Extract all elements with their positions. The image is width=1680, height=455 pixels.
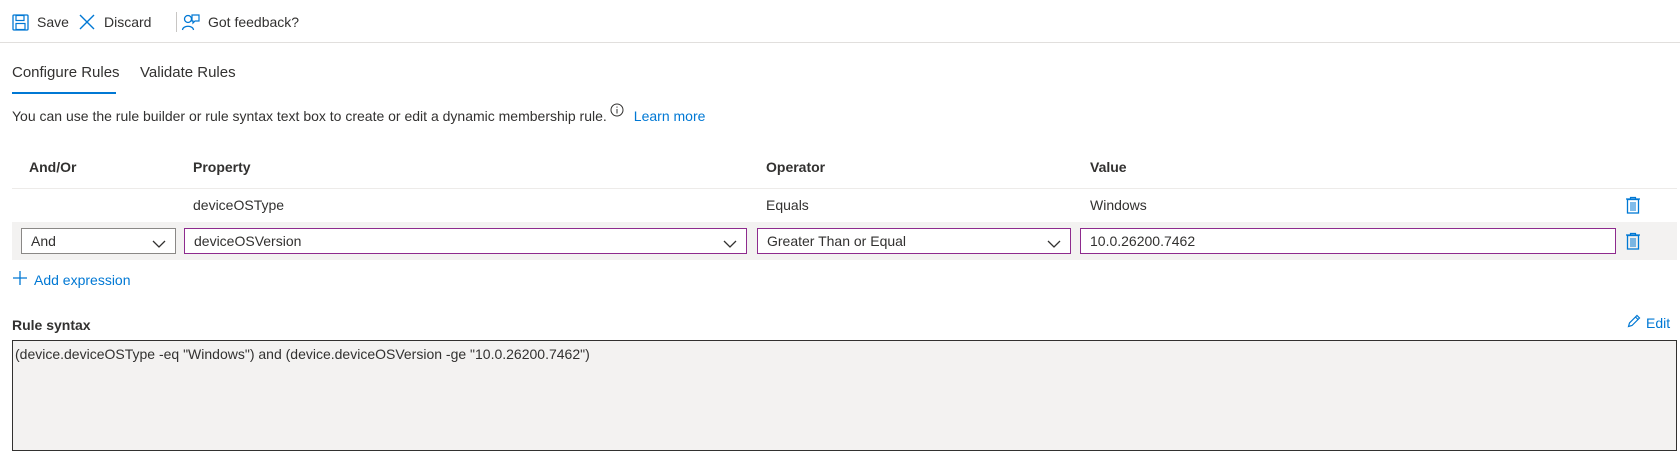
feedback-button[interactable]: Got feedback? [181,10,299,34]
row1-value: Windows [1090,197,1147,213]
delete-row-2-button[interactable] [1625,232,1641,253]
header-property: Property [193,159,251,175]
toolbar-divider [176,12,177,32]
close-icon [78,13,96,31]
save-button[interactable]: Save [12,10,69,34]
add-expression-button[interactable]: Add expression [12,270,131,289]
chevron-down-icon [1047,236,1061,252]
header-operator: Operator [766,159,826,175]
header-divider [12,188,1677,189]
feedback-label: Got feedback? [208,14,300,30]
plus-icon [12,270,28,289]
value-input[interactable]: 10.0.26200.7462 [1080,228,1616,254]
header-value: Value [1090,159,1127,175]
command-bar: Save Discard Got feedback? [0,0,1680,43]
pencil-icon [1627,314,1641,331]
and-or-dropdown[interactable]: And [21,228,176,254]
property-dropdown[interactable]: deviceOSVersion [184,228,747,254]
operator-value: Greater Than or Equal [767,233,907,249]
rule-syntax-textbox[interactable]: (device.deviceOSType -eq "Windows") and … [12,340,1677,451]
delete-row-1-button[interactable] [1625,196,1641,217]
rule-syntax-title: Rule syntax [12,317,91,333]
tab-validate-rules[interactable]: Validate Rules [140,64,236,94]
description: You can use the rule builder or rule syn… [12,103,706,124]
save-label: Save [37,14,69,30]
trash-icon [1625,196,1641,217]
row1-property: deviceOSType [193,197,285,213]
add-expression-label: Add expression [34,271,131,288]
description-text: You can use the rule builder or rule syn… [12,108,607,124]
tab-configure-rules[interactable]: Configure Rules [12,64,120,94]
feedback-icon [181,13,200,32]
header-and-or: And/Or [29,159,77,175]
chevron-down-icon [152,236,166,252]
edit-button[interactable]: Edit [1627,314,1670,331]
operator-dropdown[interactable]: Greater Than or Equal [757,228,1071,254]
value-text: 10.0.26200.7462 [1090,233,1196,249]
and-or-value: And [31,233,56,249]
info-icon[interactable] [610,103,624,120]
row1-operator: Equals [766,197,809,213]
discard-label: Discard [104,14,152,30]
chevron-down-icon [723,236,737,252]
learn-more-link[interactable]: Learn more [634,108,706,124]
property-value: deviceOSVersion [194,233,302,249]
edit-label: Edit [1646,314,1671,331]
trash-icon [1625,232,1641,253]
save-icon [12,13,29,31]
discard-button[interactable]: Discard [78,10,151,34]
